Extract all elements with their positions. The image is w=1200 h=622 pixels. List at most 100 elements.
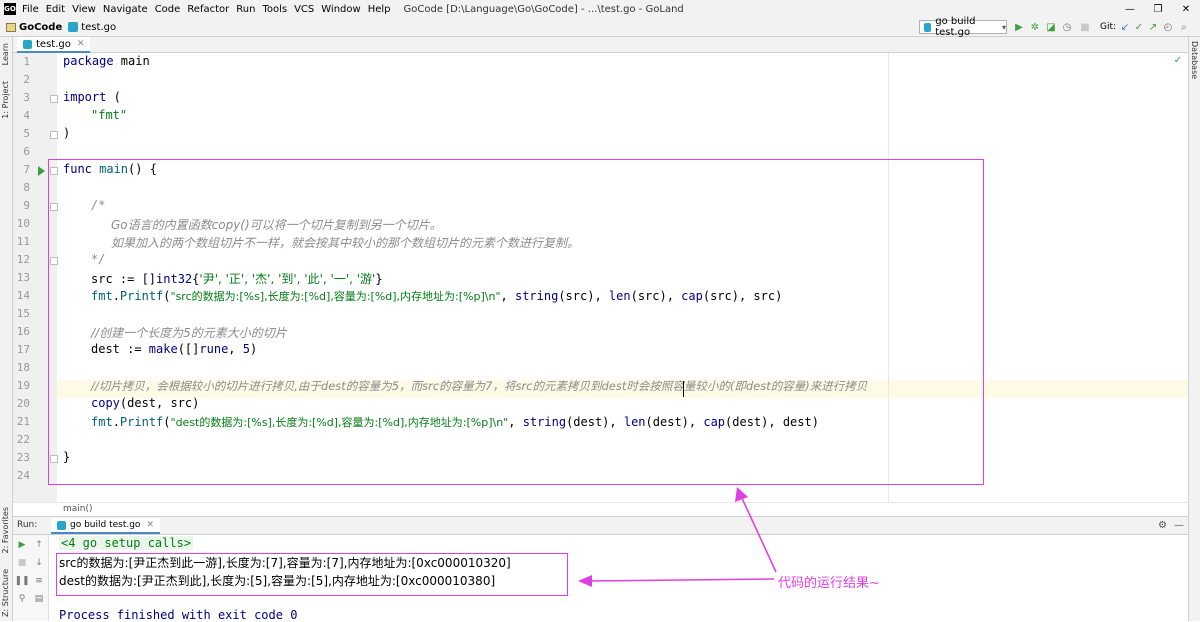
menu-window[interactable]: Window [321, 4, 360, 15]
console-setup-line[interactable]: <4 go setup calls> [59, 536, 194, 550]
line-number: 16 [16, 325, 30, 338]
menu-code[interactable]: Code [155, 4, 181, 15]
line-number: 9 [23, 199, 30, 212]
run-panel-header: Run: go build test.go ✕ ⚙ — [13, 516, 1188, 535]
soft-wrap-icon[interactable]: ≡ [33, 575, 45, 587]
stop-icon[interactable]: ■ [16, 557, 28, 569]
right-tool-strip: Database [1188, 37, 1200, 621]
line-number: 22 [16, 433, 30, 446]
run-side-toolbar: ▶ ↑ ■ ↓ ❚❚ ≡ ⚲ ▤ [13, 535, 49, 621]
window-controls: — ❐ ✕ [1116, 0, 1200, 18]
git-update-icon[interactable]: ↙ [1119, 21, 1131, 33]
punctuation: ( [106, 90, 121, 104]
menu-run[interactable]: Run [236, 4, 255, 15]
run-gutter-icon[interactable] [38, 166, 45, 176]
left-tool-strip: Learn 1: Project 2: Favorites Z: Structu… [0, 37, 13, 621]
setup-calls-folded[interactable]: <4 go setup calls> [59, 536, 194, 550]
menu-file[interactable]: File [22, 4, 39, 15]
run-panel-label: Run: [17, 520, 38, 530]
line-number: 2 [23, 73, 30, 86]
structure-tool-tab[interactable]: Z: Structure [1, 569, 10, 617]
breadcrumb-project-label: GoCode [19, 21, 63, 33]
line-number: 17 [16, 343, 30, 356]
hide-panel-icon[interactable]: — [1174, 520, 1184, 531]
stop-icon[interactable]: ■ [1079, 21, 1091, 33]
project-tool-tab[interactable]: 1: Project [1, 81, 10, 119]
pin-icon[interactable]: ⚲ [16, 593, 28, 605]
line-number: 19 [16, 379, 30, 392]
search-icon[interactable]: ⌕ [1178, 21, 1190, 33]
line-number: 18 [16, 361, 30, 374]
print-icon[interactable]: ▤ [33, 593, 45, 605]
line-number: 5 [23, 127, 30, 140]
code-line-5: ) [63, 126, 70, 140]
line-number: 13 [16, 271, 30, 284]
menu-tools[interactable]: Tools [262, 4, 287, 15]
breadcrumb-file[interactable]: test.go [68, 22, 116, 33]
menu-help[interactable]: Help [368, 4, 391, 15]
annotation-box-output [56, 553, 568, 596]
console-exit-line: Process finished with exit code 0 [59, 608, 298, 622]
pause-icon[interactable]: ❚❚ [14, 575, 29, 587]
fold-marker-icon[interactable] [50, 131, 58, 139]
breadcrumb-function[interactable]: main() [63, 504, 93, 514]
menu-navigate[interactable]: Navigate [103, 4, 148, 15]
line-number: 15 [16, 307, 30, 320]
line-number: 12 [16, 253, 30, 266]
run-configuration-label: go build test.go [935, 16, 976, 38]
line-number: 11 [16, 235, 30, 248]
goland-app-icon: GO [4, 3, 16, 15]
inspection-ok-icon[interactable]: ✓ [1174, 55, 1182, 66]
run-tab-label: go build test.go [70, 520, 141, 530]
line-number: 20 [16, 397, 30, 410]
close-icon[interactable]: ✕ [77, 39, 85, 49]
editor-tab-bar: test.go ✕ [13, 37, 1188, 53]
tab-test-go[interactable]: test.go ✕ [17, 37, 91, 53]
breadcrumb-project[interactable]: GoCode [6, 22, 62, 33]
tab-label: test.go [36, 38, 71, 50]
line-number: 10 [16, 217, 30, 230]
close-window-button[interactable]: ✕ [1172, 0, 1200, 18]
maximize-button[interactable]: ❐ [1144, 0, 1172, 18]
coverage-icon[interactable]: ◪ [1045, 21, 1057, 33]
keyword: import [63, 90, 107, 104]
git-push-icon[interactable]: ↗ [1147, 21, 1159, 33]
menu-refactor[interactable]: Refactor [187, 4, 229, 15]
close-icon[interactable]: ✕ [146, 520, 154, 530]
learn-tool-tab[interactable]: Learn [1, 43, 10, 65]
down-arrow-icon[interactable]: ↓ [33, 557, 45, 569]
run-configuration-select[interactable]: go build test.go ▾ [919, 16, 1007, 38]
annotation-box-code [48, 159, 984, 485]
line-number: 23 [16, 451, 30, 464]
line-number: 24 [16, 469, 30, 482]
line-number: 8 [23, 181, 30, 194]
favorites-tool-tab[interactable]: 2: Favorites [1, 507, 10, 553]
menu-vcs[interactable]: VCS [294, 4, 314, 15]
breadcrumb-file-label: test.go [81, 21, 117, 33]
line-number: 4 [23, 109, 30, 122]
minimize-button[interactable]: — [1116, 0, 1144, 18]
identifier: main [113, 54, 150, 68]
go-file-icon [57, 520, 66, 530]
fold-marker-icon[interactable] [50, 95, 58, 103]
line-number: 3 [23, 91, 30, 104]
gear-icon[interactable]: ⚙ [1158, 520, 1167, 531]
profile-icon[interactable]: ◷ [1061, 21, 1073, 33]
line-number: 14 [16, 289, 30, 302]
menu-edit[interactable]: Edit [46, 4, 65, 15]
git-history-icon[interactable]: ◴ [1162, 21, 1174, 33]
line-number: 7 [23, 163, 30, 176]
debug-icon[interactable]: ✲ [1029, 21, 1041, 33]
git-label: Git: [1099, 22, 1117, 32]
git-commit-icon[interactable]: ✓ [1133, 21, 1145, 33]
code-line-1: package main [63, 54, 150, 68]
rerun-icon[interactable]: ▶ [16, 539, 28, 551]
go-file-icon [68, 22, 79, 32]
run-icon[interactable]: ▶ [1013, 21, 1025, 33]
up-arrow-icon[interactable]: ↑ [33, 539, 45, 551]
database-tool-tab[interactable]: Database [1190, 41, 1199, 79]
code-line-3: import ( [63, 90, 121, 104]
run-tab[interactable]: go build test.go ✕ [51, 518, 160, 534]
line-number: 1 [23, 55, 30, 68]
menu-view[interactable]: View [72, 4, 96, 15]
